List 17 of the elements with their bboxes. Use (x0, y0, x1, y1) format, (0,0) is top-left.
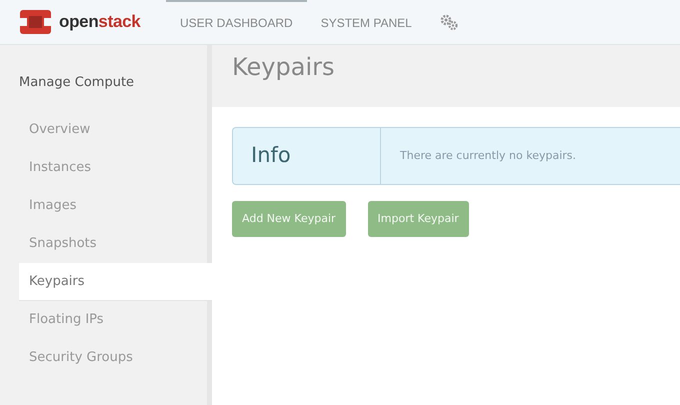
settings-icon[interactable] (440, 14, 458, 30)
sidebar-item[interactable]: Keypairs (19, 262, 212, 300)
sidebar-item[interactable]: Floating IPs (19, 300, 212, 338)
nav-tab[interactable]: SYSTEM PANEL (306, 0, 426, 44)
sidebar-item[interactable]: Instances (19, 148, 212, 186)
action-button[interactable]: Add New Keypair (232, 201, 346, 237)
logo-text: openstack (59, 11, 140, 34)
sidebar-item[interactable]: Images (19, 186, 212, 224)
info-message: There are currently no keypairs. (400, 148, 576, 164)
sidebar-item[interactable]: Snapshots (19, 224, 212, 262)
action-button[interactable]: Import Keypair (368, 201, 469, 237)
sidebar-item[interactable]: Overview (19, 110, 212, 148)
logo-icon (20, 10, 51, 34)
info-title: Info (251, 142, 291, 170)
sidebar-item[interactable]: Security Groups (19, 338, 212, 376)
sidebar-heading: Manage Compute (18, 74, 136, 92)
page-title: Keypairs (232, 53, 336, 82)
